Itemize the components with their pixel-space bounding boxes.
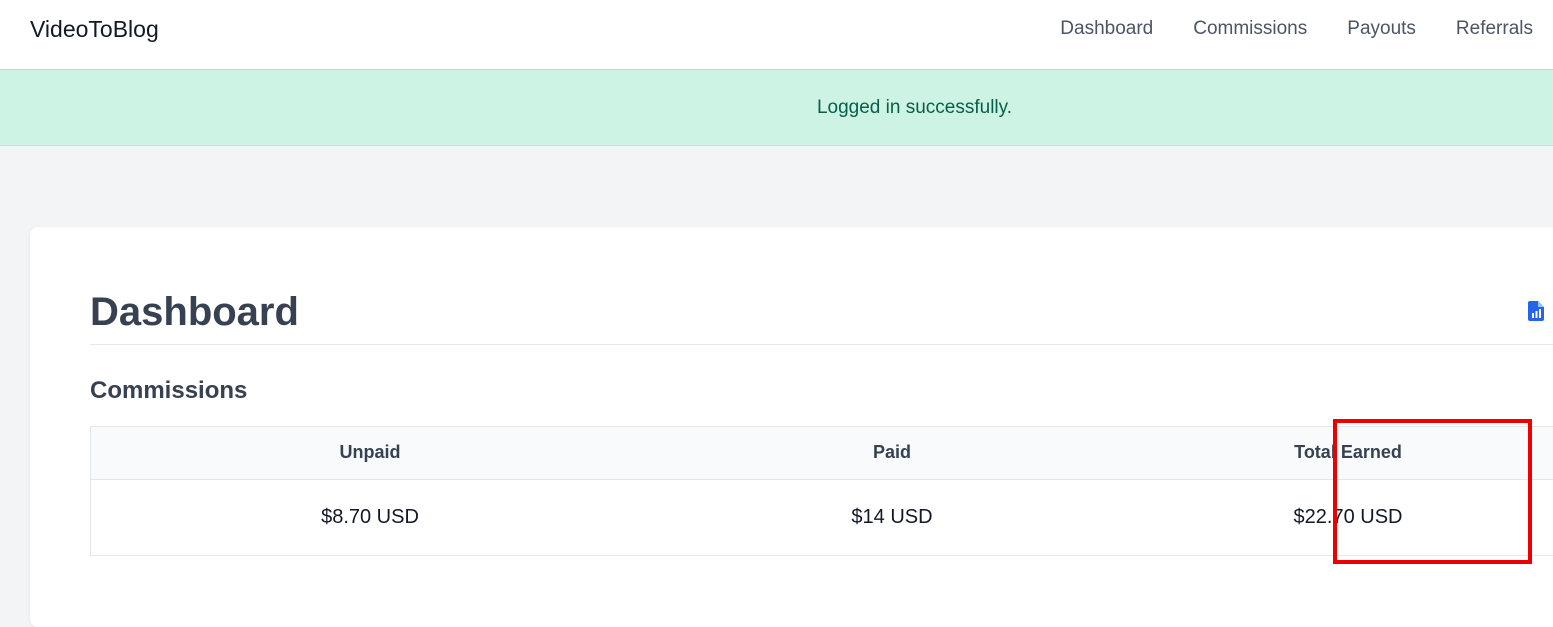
- flash-success-banner: Logged in successfully.: [0, 70, 1553, 146]
- unpaid-value: $8.70 USD: [321, 505, 419, 528]
- nav-item-commissions[interactable]: Commissions: [1193, 16, 1307, 42]
- brand-logo[interactable]: VideoToBlog: [30, 14, 159, 44]
- title-divider: [90, 344, 1553, 345]
- commissions-table: Unpaid Paid Total Earned $8.70 USD $14 U…: [90, 426, 1553, 556]
- column-header-total-earned: Total Earned: [1294, 442, 1402, 463]
- top-navbar: VideoToBlog Dashboard Commissions Payout…: [0, 0, 1553, 70]
- commissions-heading: Commissions: [90, 377, 248, 404]
- dashboard-card: Dashboard Commissions Unpaid Paid Total …: [30, 227, 1553, 627]
- nav-item-dashboard[interactable]: Dashboard: [1060, 16, 1153, 42]
- paid-value: $14 USD: [851, 505, 933, 528]
- column-header-paid: Paid: [872, 442, 911, 463]
- nav-item-payouts[interactable]: Payouts: [1347, 16, 1416, 42]
- table-row: $8.70 USD $14 USD $22.70 USD: [91, 479, 1553, 555]
- nav-item-referrals[interactable]: Referrals: [1456, 16, 1533, 42]
- table-header-row: Unpaid Paid Total Earned: [91, 427, 1553, 479]
- flash-message: Logged in successfully.: [816, 96, 1013, 118]
- total-earned-value: $22.70 USD: [1293, 505, 1403, 528]
- main-nav: Dashboard Commissions Payouts Referrals: [1060, 16, 1533, 42]
- file-chart-icon[interactable]: [1528, 301, 1544, 321]
- column-header-unpaid: Unpaid: [339, 442, 401, 463]
- page-title: Dashboard: [90, 290, 299, 334]
